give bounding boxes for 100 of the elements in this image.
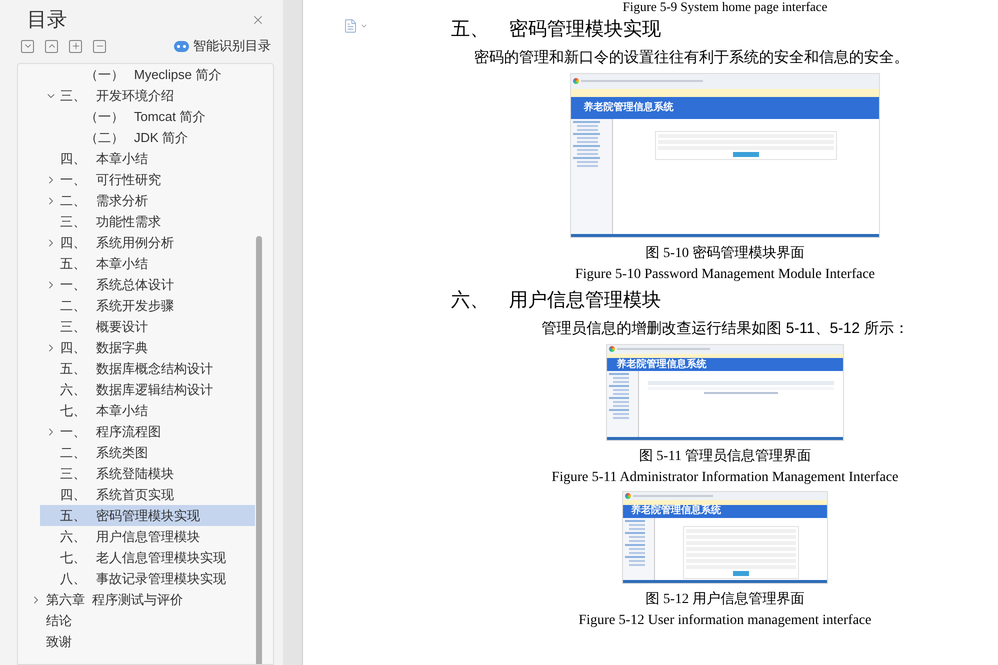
toc-title: 系统类图: [96, 444, 148, 462]
toc-number: 六、: [60, 528, 87, 546]
toc-title: 致谢: [46, 632, 72, 651]
toc-title: 本章小结: [96, 150, 148, 168]
toc-number: 三、: [60, 212, 87, 231]
toc-number: 七、: [60, 548, 87, 567]
toc-title: 系统登陆模块: [96, 464, 174, 483]
heading-number: 五、: [451, 18, 490, 42]
toc-number: 四、: [60, 338, 87, 357]
smart-toc-icon[interactable]: [174, 40, 189, 52]
toc-title: 需求分析: [96, 192, 148, 210]
toc-item[interactable]: 第六章 程序测试与评价: [26, 589, 255, 610]
toc-number: 五、: [60, 254, 87, 273]
browser-logo-icon: [609, 346, 615, 352]
toc-title: Tomcat 简介: [134, 108, 206, 126]
toc-item[interactable]: 二、 系统开发步骤: [40, 295, 255, 316]
toc-number: 五、: [60, 360, 87, 378]
figure-caption-english: Figure 5-10 Password Management Module Interface: [575, 266, 875, 284]
toc-item[interactable]: 三、 概要设计: [40, 316, 255, 337]
toc-number: 五、: [60, 506, 87, 525]
toc-number: 二、: [60, 192, 87, 210]
toc-item[interactable]: 一、 可行性研究: [40, 169, 255, 190]
toc-item[interactable]: （二） JDK 简介: [40, 127, 255, 148]
toc-number: （二）: [85, 128, 124, 147]
figure-caption: 图 5-10 密码管理模块界面: [646, 244, 804, 263]
toc-item[interactable]: （一） Tomcat 简介: [40, 106, 255, 127]
toc-number: 三、: [60, 464, 87, 483]
toc-item[interactable]: 三、 系统登陆模块: [40, 463, 255, 484]
toc-item[interactable]: 四、 系统首页实现: [40, 484, 255, 505]
toc-item[interactable]: 六、 数据库逻辑结构设计: [40, 379, 255, 400]
figure-caption-english: Figure 5-11 Administrator Information Management Interface: [552, 469, 898, 487]
panel-title: 目录: [27, 8, 67, 33]
toc-title: 系统首页实现: [96, 486, 174, 504]
smart-toc-button[interactable]: 智能识别目录: [193, 36, 271, 56]
toc-item[interactable]: 二、 系统类图: [40, 442, 255, 463]
toc-item[interactable]: 一、 程序流程图: [40, 421, 255, 442]
toc-title: 开发环境介绍: [96, 86, 174, 105]
figure-caption-english: Figure 5-12 User information management interface: [578, 612, 872, 630]
toc-item[interactable]: 三、 开发环境介绍: [40, 85, 255, 106]
browser-logo-icon: [625, 493, 631, 500]
caret-icon[interactable]: [360, 22, 368, 30]
toc-item[interactable]: 六、 用户信息管理模块: [40, 526, 255, 547]
body-paragraph: 管理员信息的增删改查运行结果如图 5-11、5-12 所示：: [540, 319, 909, 339]
toc-title: 功能性需求: [96, 212, 161, 231]
toc-item[interactable]: 结论: [26, 610, 255, 631]
document-icon[interactable]: [343, 18, 358, 34]
toc-title: 数据字典: [96, 338, 148, 357]
toc-title: Myeclipse 简介: [134, 66, 222, 84]
toc-item[interactable]: 五、 数据库概念结构设计: [40, 358, 255, 379]
toc-title: 结论: [46, 612, 72, 630]
scrollbar-thumb[interactable]: [256, 236, 262, 664]
toc-title: 系统开发步骤: [96, 296, 174, 315]
toc-title: 本章小结: [96, 254, 148, 273]
heading-title: 密码管理模块实现: [509, 18, 661, 42]
toc-item[interactable]: 四、 本章小结: [40, 148, 255, 169]
toc-item[interactable]: 七、 本章小结: [40, 400, 255, 421]
toc-number: 一、: [60, 422, 87, 441]
toc-number: 四、: [60, 486, 87, 504]
toc-item[interactable]: 五、 本章小结: [40, 253, 255, 274]
toc-item[interactable]: 一、 系统总体设计: [40, 274, 255, 295]
toc-number: 四、: [60, 234, 87, 252]
toc-item[interactable]: （一） Myeclipse 简介: [40, 64, 255, 85]
toc-title: 第六章 程序测试与评价: [46, 590, 184, 609]
toc-item[interactable]: 四、 数据字典: [40, 337, 255, 358]
toc-number: 二、: [60, 296, 87, 315]
toc-title: 系统总体设计: [96, 276, 174, 294]
toc-item[interactable]: 八、 事故记录管理模块实现: [40, 568, 255, 589]
close-icon[interactable]: [251, 13, 265, 27]
toc-title: 数据库逻辑结构设计: [96, 380, 213, 399]
toc-item[interactable]: 五、 密码管理模块实现: [40, 505, 255, 526]
toc-number: 二、: [60, 444, 87, 462]
toc-number: 一、: [60, 276, 87, 294]
app-title: 养老院管理信息系统: [616, 360, 706, 370]
toc-item[interactable]: 七、 老人信息管理模块实现: [40, 547, 255, 568]
plus-icon[interactable]: [69, 40, 82, 52]
toc-number: 六、: [60, 380, 87, 399]
toc-title: 事故记录管理模块实现: [96, 570, 226, 588]
app-title: 养老院管理信息系统: [631, 506, 722, 516]
toc-item[interactable]: 三、 功能性需求: [40, 211, 255, 232]
figure-caption: 图 5-11 管理员信息管理界面: [638, 448, 812, 466]
toc-title: 系统用例分析: [96, 234, 174, 252]
collapse-all-icon[interactable]: [45, 40, 58, 52]
toc-title: 数据库概念结构设计: [96, 360, 213, 378]
toc-item[interactable]: 四、 系统用例分析: [40, 232, 255, 253]
minus-icon[interactable]: [93, 40, 106, 52]
toc-title: 密码管理模块实现: [96, 506, 200, 525]
toc-title: 可行性研究: [96, 170, 161, 189]
heading-number: 六、: [451, 288, 490, 313]
toc-number: 七、: [60, 402, 87, 420]
toc-item[interactable]: 二、 需求分析: [40, 190, 255, 211]
toc-item[interactable]: 致谢: [26, 631, 255, 652]
toc-title: JDK 简介: [134, 128, 188, 147]
toc-title: 老人信息管理模块实现: [96, 548, 226, 567]
figure-caption: 图 5-12 用户信息管理界面: [646, 590, 804, 609]
heading-title: 用户信息管理模块: [509, 288, 661, 313]
toc-title: 用户信息管理模块: [96, 528, 200, 546]
expand-all-icon[interactable]: [21, 40, 34, 52]
toc-number: 八、: [60, 570, 87, 588]
toc-title: 程序流程图: [96, 422, 161, 441]
toc-title: 概要设计: [96, 318, 148, 336]
